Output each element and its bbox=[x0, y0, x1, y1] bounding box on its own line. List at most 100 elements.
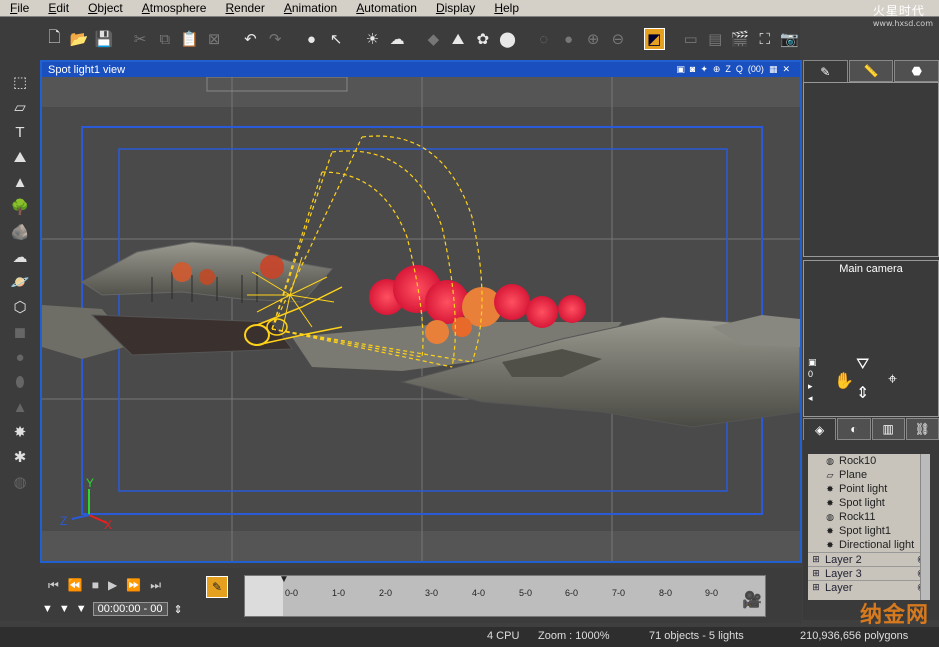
film-icon[interactable]: ▤ bbox=[705, 28, 726, 50]
list-item[interactable]: ✸ Spot light1 bbox=[808, 524, 930, 538]
sky-sun-icon[interactable]: ☀ bbox=[362, 28, 383, 50]
stop-icon[interactable]: ■ bbox=[92, 578, 99, 593]
paste-icon[interactable]: 📋 bbox=[179, 28, 200, 50]
menu-help[interactable]: Help bbox=[484, 1, 528, 15]
camera-zoom-icon[interactable]: ⌖ bbox=[888, 371, 897, 389]
import-object-icon[interactable]: ⬡ bbox=[8, 296, 32, 318]
select-icon[interactable]: ⬚ bbox=[8, 71, 32, 93]
menu-automation[interactable]: Automation bbox=[346, 1, 426, 15]
go-end-icon[interactable]: ⏭ bbox=[150, 578, 161, 593]
list-item[interactable]: ▱ Plane bbox=[808, 468, 930, 482]
camera-prev-icon[interactable]: ◂ bbox=[808, 392, 818, 404]
object-cube-icon[interactable]: ◆ bbox=[423, 28, 444, 50]
list-item[interactable]: ✸ Directional light bbox=[808, 538, 930, 552]
camera-move-icon[interactable]: ⇕ bbox=[856, 383, 869, 403]
save-icon[interactable]: 💾 bbox=[93, 28, 114, 50]
camera-slot-icon[interactable]: ▣ bbox=[808, 356, 818, 368]
expand-icon[interactable]: ⊞ bbox=[810, 554, 822, 565]
viewport-tool-2[interactable]: ◙ bbox=[690, 64, 695, 75]
camera-next-icon[interactable]: ▸ bbox=[808, 380, 818, 392]
menu-edit[interactable]: Edit bbox=[38, 1, 78, 15]
terrain-icon[interactable]: ⛰ bbox=[8, 146, 32, 168]
layer-group[interactable]: ⊞Layer◉ bbox=[808, 580, 930, 594]
undo-icon[interactable]: ↶ bbox=[240, 28, 261, 50]
sphere-primitive-icon[interactable]: ● bbox=[8, 346, 32, 368]
viewport-zoom-q[interactable]: Q bbox=[736, 64, 743, 75]
list-item[interactable]: ◍ Rock10 bbox=[808, 454, 930, 468]
camera-rotate-icon[interactable]: ⛛ bbox=[856, 356, 869, 374]
expand-icon[interactable]: ⊞ bbox=[810, 582, 822, 593]
viewport-zoom-level[interactable]: (00) bbox=[748, 64, 764, 75]
new-file-icon[interactable]: 🗋 bbox=[44, 28, 65, 50]
rock-icon[interactable]: 🪨 bbox=[8, 221, 32, 243]
tab-chain-icon[interactable]: ⛓ bbox=[905, 418, 939, 440]
sphere-icon[interactable]: ● bbox=[558, 28, 579, 50]
menu-render[interactable]: Render bbox=[215, 1, 273, 15]
menu-animation[interactable]: Animation bbox=[274, 1, 346, 15]
tab-material-icon[interactable]: ✎ bbox=[803, 60, 848, 82]
tab-materials-icon[interactable]: ◐ bbox=[837, 418, 871, 440]
frame-icon[interactable]: ▭ bbox=[680, 28, 701, 50]
display-toggle-icon[interactable]: ◩ bbox=[643, 28, 665, 50]
timecode-spin-icon[interactable]: ⇕ bbox=[174, 603, 183, 616]
cone-icon[interactable]: ▲ bbox=[8, 396, 32, 418]
expand-icon[interactable]: ⊞ bbox=[810, 568, 822, 579]
add-icon[interactable]: ⊕ bbox=[583, 28, 604, 50]
clouds-icon[interactable]: ☁ bbox=[387, 28, 408, 50]
render-area-icon[interactable]: ↖ bbox=[326, 28, 347, 50]
tab-links-icon[interactable]: ▥ bbox=[871, 418, 905, 440]
time-cursor-icon[interactable]: ▼ bbox=[279, 574, 289, 585]
camera-pan-icon[interactable]: ✋ bbox=[834, 371, 854, 391]
menu-file[interactable]: File bbox=[0, 1, 38, 15]
spot-light-viewport[interactable]: Spot light1 view ▣ ◙ ✦ ⊕ Z Q (00) ▦ ✕ Y … bbox=[40, 60, 802, 563]
plant-editor-icon[interactable]: ✿ bbox=[472, 28, 493, 50]
time-ruler[interactable]: ▼ 0-0 1-0 2-0 3-0 4-0 5-0 6-0 7-0 8-0 9-… bbox=[244, 574, 766, 617]
fast-forward-icon[interactable]: ⏩ bbox=[126, 578, 141, 593]
plant-icon[interactable]: 🌳 bbox=[8, 196, 32, 218]
subtract-icon[interactable]: ⊖ bbox=[608, 28, 629, 50]
tab-ruler-icon[interactable]: 📏 bbox=[848, 60, 894, 82]
timecode-field[interactable]: 00:00:00 - 00 bbox=[92, 602, 168, 616]
key-prev-icon[interactable]: ▼ bbox=[42, 603, 53, 615]
cube-icon[interactable]: ◼ bbox=[8, 321, 32, 343]
tab-objects-icon[interactable]: ⬣ bbox=[894, 60, 939, 82]
list-item[interactable]: ◍ Rock11 bbox=[808, 510, 930, 524]
render-icon[interactable]: ● bbox=[301, 28, 322, 50]
copy-icon[interactable]: ⧉ bbox=[154, 28, 175, 50]
fit-view-icon[interactable]: ⛶ bbox=[754, 28, 775, 50]
cloud-icon[interactable]: ☁ bbox=[8, 246, 32, 268]
play-icon[interactable]: ▶ bbox=[108, 578, 117, 593]
layer-group[interactable]: ⊞Layer 2◉ bbox=[808, 552, 930, 566]
planet-icon[interactable]: 🪐 bbox=[8, 271, 32, 293]
material-colors-icon[interactable]: ⬤ bbox=[497, 28, 518, 50]
light-icon[interactable]: ✸ bbox=[8, 421, 32, 443]
menu-atmosphere[interactable]: Atmosphere bbox=[132, 1, 216, 15]
animation-key-button[interactable]: ✎ bbox=[206, 576, 228, 598]
boolean-icon[interactable]: ◌ bbox=[533, 28, 554, 50]
symmetrical-terrain-icon[interactable]: ▲ bbox=[8, 171, 32, 193]
redo-icon[interactable]: ↷ bbox=[265, 28, 286, 50]
text-icon[interactable]: T bbox=[8, 121, 32, 143]
open-folder-icon[interactable]: 📂 bbox=[69, 28, 90, 50]
clapper-icon[interactable]: 🎬 bbox=[730, 28, 751, 50]
layer-list[interactable]: ◍ Rock10 ▱ Plane ✸ Point light ✸ Spot light … bbox=[808, 454, 930, 600]
key-add-icon[interactable]: ▼ bbox=[59, 603, 70, 615]
camera-object-icon[interactable]: ✱ bbox=[8, 446, 32, 468]
cylinder-icon[interactable]: ⬮ bbox=[8, 371, 32, 393]
delete-icon[interactable]: ⊠ bbox=[204, 28, 225, 50]
layer-group[interactable]: ⊞Layer 3◉ bbox=[808, 566, 930, 580]
menu-display[interactable]: Display bbox=[426, 1, 484, 15]
tab-layers-icon[interactable]: ◈ bbox=[803, 418, 837, 440]
go-start-icon[interactable]: ⏮ bbox=[48, 578, 59, 593]
metacloud-icon[interactable]: ◍ bbox=[8, 471, 32, 493]
viewport-tool-3[interactable]: ✦ bbox=[700, 64, 708, 75]
list-item[interactable]: ✸ Point light bbox=[808, 482, 930, 496]
viewport-scene[interactable]: Y X Z bbox=[42, 77, 800, 561]
viewport-tool-grid[interactable]: ▦ bbox=[769, 64, 778, 75]
camera-icon[interactable]: 📷 bbox=[779, 28, 800, 50]
rewind-icon[interactable]: ⏪ bbox=[68, 578, 83, 593]
viewport-tool-4[interactable]: ⊕ bbox=[713, 64, 721, 75]
layer-scrollbar[interactable] bbox=[920, 454, 930, 600]
key-next-icon[interactable]: ▼ bbox=[76, 603, 87, 615]
viewport-close[interactable]: ✕ bbox=[782, 64, 790, 75]
